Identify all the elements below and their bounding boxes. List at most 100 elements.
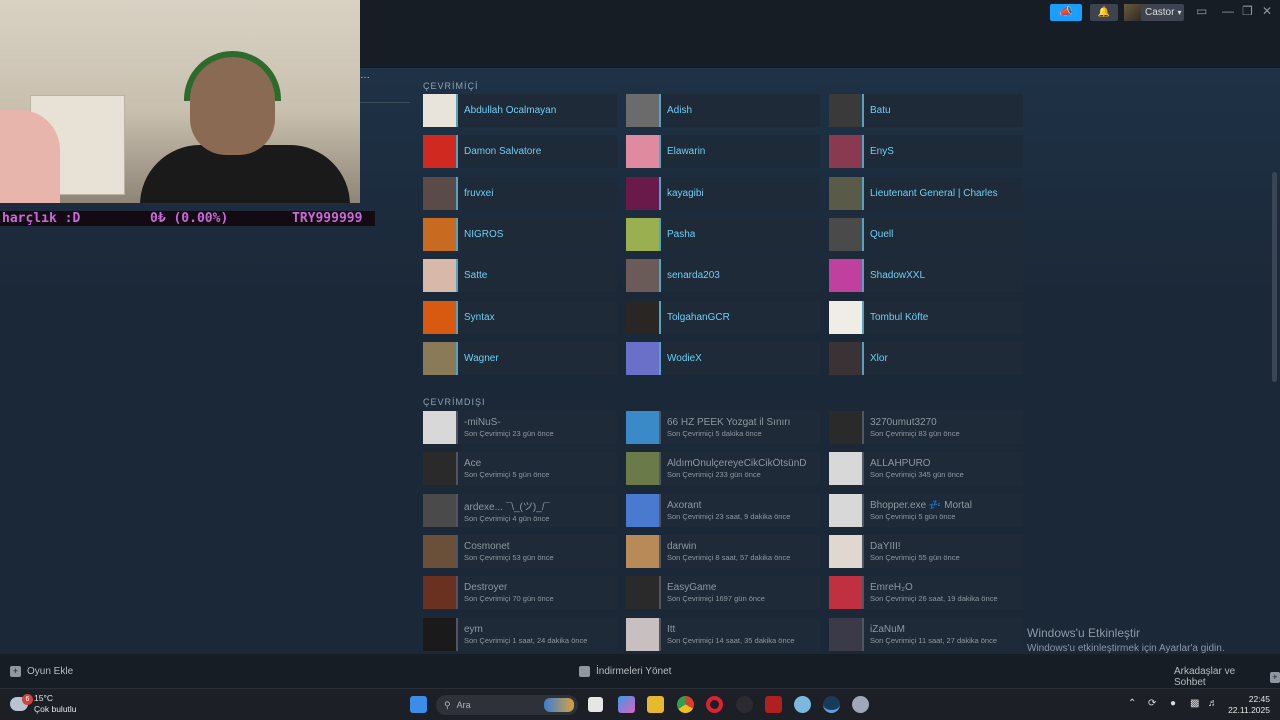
friend-card[interactable]: AldımOnulçereyeCikCikÖtsünD Son Çevrimiçi… (626, 452, 820, 486)
weather-widget[interactable]: 6 15°C Çok bulutlu (10, 693, 77, 715)
friend-name: fruvxei (464, 187, 494, 199)
steam-icon[interactable] (823, 696, 840, 713)
opera-icon[interactable] (706, 696, 723, 713)
friend-name: TolgahanGCR (667, 311, 730, 323)
chevron-down-icon: ▾ (1177, 8, 1182, 17)
friend-card[interactable]: Adish (626, 94, 820, 127)
more-options-icon[interactable]: … (360, 70, 370, 81)
friend-card[interactable]: ALLAHPURO Son Çevrimiçi 345 gün önce (829, 452, 1023, 486)
webcam-background-figure (0, 110, 60, 203)
friend-card[interactable]: Quell (829, 217, 1023, 251)
friend-card[interactable]: Destroyer Son Çevrimiçi 70 gün önce (423, 576, 617, 610)
friend-card[interactable]: DaYIII! Son Çevrimiçi 55 gün önce (829, 534, 1023, 568)
friend-last-online: Son Çevrimiçi 53 gün önce (464, 552, 554, 562)
volume-icon[interactable]: ♬ (1208, 698, 1218, 709)
friend-avatar (829, 176, 862, 210)
friend-avatar (626, 493, 659, 527)
friend-avatar (829, 94, 862, 127)
friend-card[interactable]: Lieutenant General | Charles (829, 176, 1023, 210)
friend-card[interactable]: 3270umut3270 Son Çevrimiçi 83 gün önce (829, 411, 1023, 444)
friend-card[interactable]: 66 HZ PEEK Yozgat il Sınırı Son Çevrimiçi… (626, 411, 820, 444)
friend-card[interactable]: senarda203 (626, 259, 820, 293)
friend-card[interactable]: Bhopper.exe 💤 Mortal Son Çevrimiçi 5 gün … (829, 493, 1023, 527)
friend-card[interactable]: fruvxei (423, 176, 617, 210)
friend-name: Itt (667, 623, 676, 635)
file-explorer-icon[interactable] (647, 696, 664, 713)
scrollbar[interactable] (1272, 172, 1277, 382)
friend-card[interactable]: Xlor (829, 341, 1023, 375)
friend-card[interactable]: -miNuS- Son Çevrimiçi 23 gün önce (423, 411, 617, 444)
clock[interactable]: 22:45 22.11.2025 (1226, 694, 1270, 716)
friend-last-online: Son Çevrimiçi 233 gün önce (667, 470, 761, 480)
friend-card[interactable]: eym Son Çevrimiçi 1 saat, 24 dakika önce (423, 617, 617, 651)
friend-avatar (423, 576, 456, 610)
friend-avatar (626, 576, 659, 610)
cloud-icon: 6 (10, 694, 33, 711)
friend-card[interactable]: Abdullah Ocalmayan (423, 94, 617, 127)
app-icon[interactable] (765, 696, 782, 713)
friends-chat-button[interactable]: Arkadaşlar ve Sohbet + (1174, 666, 1280, 688)
friend-avatar (626, 135, 659, 169)
settings-app-icon[interactable] (794, 696, 811, 713)
friend-card[interactable]: Tombul Köfte (829, 300, 1023, 334)
start-icon[interactable] (410, 696, 427, 713)
friend-card[interactable]: Pasha (626, 217, 820, 251)
friend-last-online: Son Çevrimiçi 11 saat, 27 dakika önce (870, 635, 998, 645)
friend-card[interactable]: Syntax (423, 300, 617, 334)
search-box[interactable]: ⚲ Ara (436, 695, 578, 715)
friend-avatar (423, 493, 456, 527)
big-picture-icon[interactable]: ▭ (1196, 4, 1207, 18)
friend-card[interactable]: EnyS (829, 135, 1023, 169)
friend-name: kayagibi (667, 187, 704, 199)
account-menu[interactable]: Castor ▾ (1124, 4, 1184, 21)
friend-card[interactable]: Elawarin (626, 135, 820, 169)
task-view-icon[interactable] (588, 697, 603, 712)
friend-card[interactable]: Axorant Son Çevrimiçi 23 saat, 9 dakika ö… (626, 493, 820, 527)
friend-card[interactable]: Damon Salvatore (423, 135, 617, 169)
friend-card[interactable]: ShadowXXL (829, 259, 1023, 293)
network-icon[interactable]: ▩ (1190, 698, 1199, 709)
friend-card[interactable]: WodieX (626, 341, 820, 375)
friend-name: ALLAHPURO (870, 458, 931, 470)
notifications-icon[interactable]: 🔔 (1090, 4, 1118, 21)
friend-card[interactable]: Satte (423, 259, 617, 293)
friend-last-online: Son Çevrimiçi 1697 gün önce (667, 594, 765, 604)
friend-avatar (829, 259, 862, 293)
friend-card[interactable]: Cosmonet Son Çevrimiçi 53 gün önce (423, 534, 617, 568)
friend-card[interactable]: kayagibi (626, 176, 820, 210)
friend-name: Bhopper.exe 💤 Mortal (870, 499, 972, 511)
obs-icon[interactable] (736, 696, 753, 713)
friend-card[interactable]: iZaNuM Son Çevrimiçi 11 saat, 27 dakika ö… (829, 617, 1023, 651)
manage-downloads-button[interactable]: İndirmeleri Yönet (579, 666, 671, 677)
announcements-icon[interactable]: 📣 (1050, 4, 1082, 21)
friend-card[interactable]: Batu (829, 94, 1023, 127)
sync-icon[interactable]: ⟳ (1148, 698, 1156, 709)
friend-avatar (423, 217, 456, 251)
manage-downloads-label: İndirmeleri Yönet (596, 666, 672, 677)
friend-name: Axorant (667, 499, 702, 511)
offline-section-label: ÇEVRİMDIŞI (423, 397, 486, 407)
friend-card[interactable]: EasyGame Son Çevrimiçi 1697 gün önce (626, 576, 820, 610)
friend-card[interactable]: ardexe... ¯\_(ツ)_/¯ Son Çevrimiçi 4 gün ö… (423, 493, 617, 527)
friend-avatar (626, 617, 659, 651)
chat-icon: + (1269, 671, 1280, 683)
friend-last-online: Son Çevrimiçi 345 gün önce (870, 470, 964, 480)
friend-card[interactable]: EmreH₂O Son Çevrimiçi 26 saat, 19 dakika … (829, 576, 1023, 610)
friend-card[interactable]: darwin Son Çevrimiçi 8 saat, 57 dakika ön… (626, 534, 820, 568)
gear-icon[interactable] (852, 696, 869, 713)
friend-last-online: Son Çevrimiçi 1 saat, 24 dakika önce (464, 635, 588, 645)
close-icon[interactable]: ✕ (1262, 4, 1272, 18)
friend-card[interactable]: Itt Son Çevrimiçi 14 saat, 35 dakika önce (626, 617, 820, 651)
microphone-icon[interactable]: ● (1170, 698, 1176, 709)
friend-name: EasyGame (667, 582, 717, 594)
friend-card[interactable]: Wagner (423, 341, 617, 375)
friend-card[interactable]: TolgahanGCR (626, 300, 820, 334)
copilot-icon[interactable] (618, 696, 635, 713)
friend-card[interactable]: Ace Son Çevrimiçi 5 gün önce (423, 452, 617, 486)
add-game-button[interactable]: + Oyun Ekle (10, 666, 73, 677)
friend-card[interactable]: NİGROS (423, 217, 617, 251)
maximize-icon[interactable]: ❐ (1242, 4, 1253, 18)
minimize-icon[interactable]: — (1222, 4, 1234, 18)
chevron-up-icon[interactable]: ⌃ (1128, 698, 1136, 709)
chrome-icon[interactable] (677, 696, 694, 713)
